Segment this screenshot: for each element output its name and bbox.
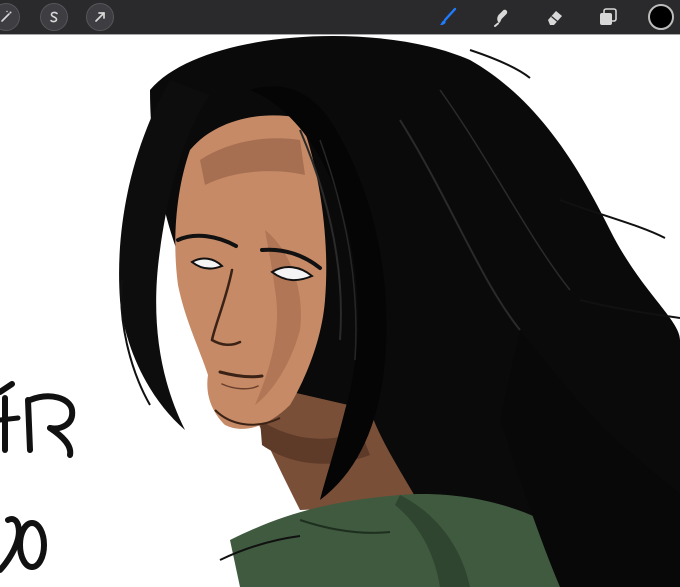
smudge-button[interactable] bbox=[487, 3, 515, 31]
eraser-icon bbox=[544, 6, 566, 28]
brush-button[interactable] bbox=[434, 3, 462, 31]
drawing-canvas[interactable] bbox=[0, 34, 680, 587]
layers-button[interactable] bbox=[594, 3, 622, 31]
brush-icon bbox=[437, 6, 459, 28]
selection-button[interactable] bbox=[40, 3, 68, 31]
layers-icon bbox=[597, 6, 619, 28]
transform-button[interactable] bbox=[86, 3, 114, 31]
portrait-artwork bbox=[0, 35, 680, 587]
adjustments-button[interactable] bbox=[0, 3, 20, 31]
eraser-button[interactable] bbox=[541, 3, 569, 31]
top-toolbar bbox=[0, 0, 680, 34]
magic-wand-icon bbox=[0, 9, 14, 25]
selection-s-icon bbox=[46, 9, 62, 25]
handwritten-signature-mark bbox=[0, 381, 76, 573]
transform-arrow-icon bbox=[92, 9, 108, 25]
color-picker-swatch[interactable] bbox=[648, 4, 674, 30]
smudge-icon bbox=[490, 6, 512, 28]
